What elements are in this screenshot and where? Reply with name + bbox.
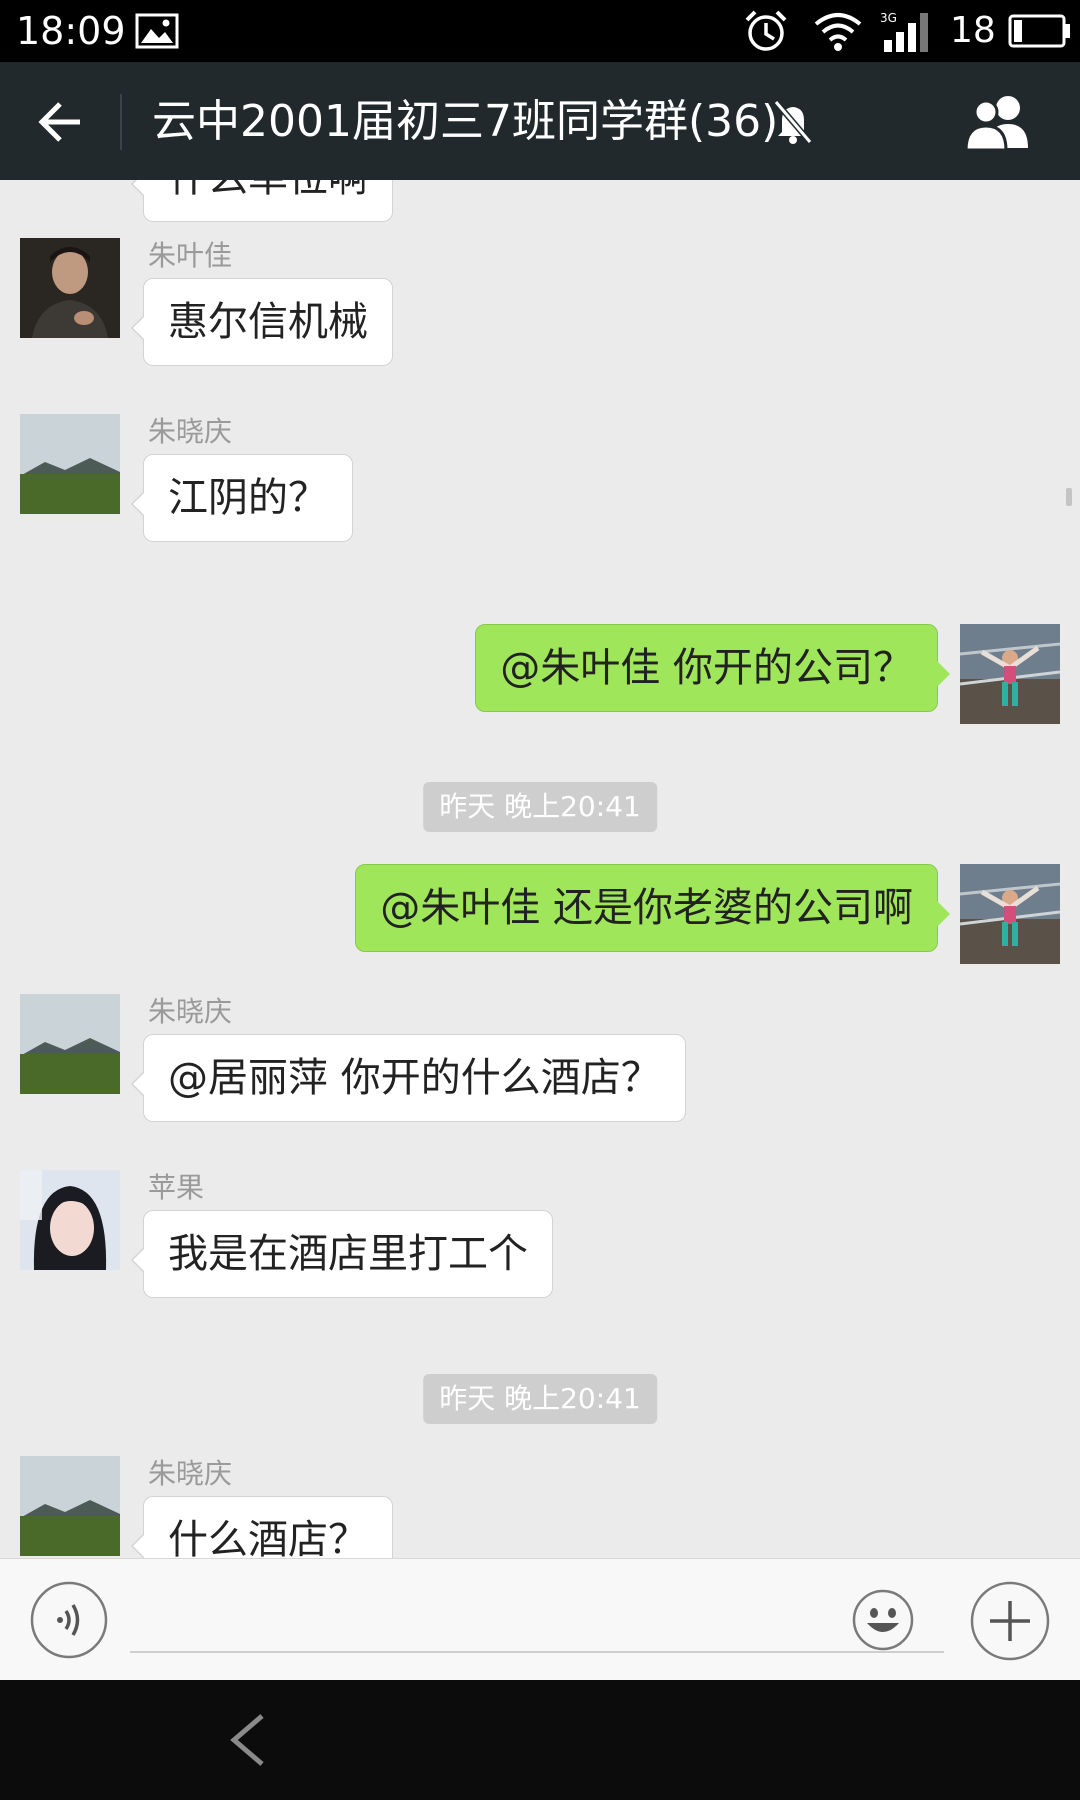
sender-name: 朱晓庆 — [148, 415, 233, 448]
my-avatar[interactable] — [960, 624, 1060, 724]
voice-icon[interactable] — [30, 1581, 108, 1659]
wifi-icon — [814, 13, 862, 51]
chat-title[interactable]: 云中2001届初三7班同学群(36) — [152, 94, 778, 150]
message-row: @朱叶佳 还是你老婆的公司啊 — [0, 864, 1080, 974]
sender-name: 朱叶佳 — [148, 239, 233, 272]
alarm-icon — [745, 10, 787, 51]
message-row: 朱晓庆 什么酒店？ — [0, 1456, 1080, 1558]
message-row: 朱晓庆 江阴的？ — [0, 414, 1080, 564]
avatar[interactable] — [20, 994, 120, 1094]
battery-icon — [1008, 14, 1070, 48]
message-bubble[interactable]: 什么酒店？ — [131, 1496, 393, 1558]
message-bubble[interactable]: @朱叶佳 还是你老婆的公司啊 — [355, 864, 950, 952]
message-row: @朱叶佳 你开的公司？ — [0, 624, 1080, 734]
timestamp: 昨天 晚上20:41 — [423, 1374, 657, 1424]
my-avatar[interactable] — [960, 864, 1060, 964]
message-row: 什么单位啊 — [0, 180, 1080, 240]
signal-3g-icon: 3G — [880, 11, 928, 52]
group-members-icon[interactable] — [962, 92, 1034, 152]
avatar[interactable] — [20, 414, 120, 514]
avatar[interactable] — [20, 1456, 120, 1556]
message-bubble[interactable]: @居丽萍 你开的什么酒店？ — [131, 1034, 686, 1122]
scrollbar[interactable] — [1066, 488, 1072, 506]
avatar[interactable] — [20, 1170, 120, 1270]
message-bubble[interactable]: 江阴的？ — [131, 454, 353, 542]
message-bubble[interactable]: 我是在酒店里打工个 — [131, 1210, 553, 1298]
system-nav-bar — [0, 1680, 1080, 1800]
header-divider — [120, 94, 122, 150]
svg-text:3G: 3G — [880, 11, 897, 25]
chat-header: 云中2001届初三7班同学群(36) — [0, 62, 1080, 180]
sender-name: 朱晓庆 — [148, 1457, 233, 1490]
message-input[interactable] — [130, 1589, 944, 1653]
timestamp: 昨天 晚上20:41 — [423, 782, 657, 832]
message-bubble[interactable]: 什么单位啊 — [131, 180, 393, 222]
battery-level: 18 — [950, 10, 996, 51]
message-row: 朱叶佳 惠尔信机械 — [0, 238, 1080, 388]
sender-name: 苹果 — [148, 1171, 205, 1204]
message-row: 苹果 我是在酒店里打工个 — [0, 1170, 1080, 1320]
message-bubble[interactable]: 惠尔信机械 — [131, 278, 393, 366]
emoji-icon[interactable] — [852, 1589, 914, 1651]
message-bubble[interactable]: @朱叶佳 你开的公司？ — [475, 624, 950, 712]
sender-name: 朱晓庆 — [148, 995, 233, 1028]
status-time: 18:09 — [16, 9, 126, 53]
nav-back-icon[interactable] — [222, 1710, 272, 1770]
status-bar: 18:09 3G 18 — [0, 0, 1080, 62]
plus-icon[interactable] — [970, 1581, 1050, 1661]
avatar[interactable] — [20, 238, 120, 338]
message-row: 朱晓庆 @居丽萍 你开的什么酒店？ — [0, 994, 1080, 1144]
back-arrow-icon[interactable] — [36, 98, 84, 146]
gallery-icon — [135, 13, 179, 49]
chat-message-list[interactable]: 什么单位啊 朱叶佳 惠尔信机械 朱晓庆 江阴的？ — [0, 180, 1080, 1558]
mute-bell-icon — [773, 100, 813, 144]
message-input-bar — [0, 1558, 1080, 1681]
